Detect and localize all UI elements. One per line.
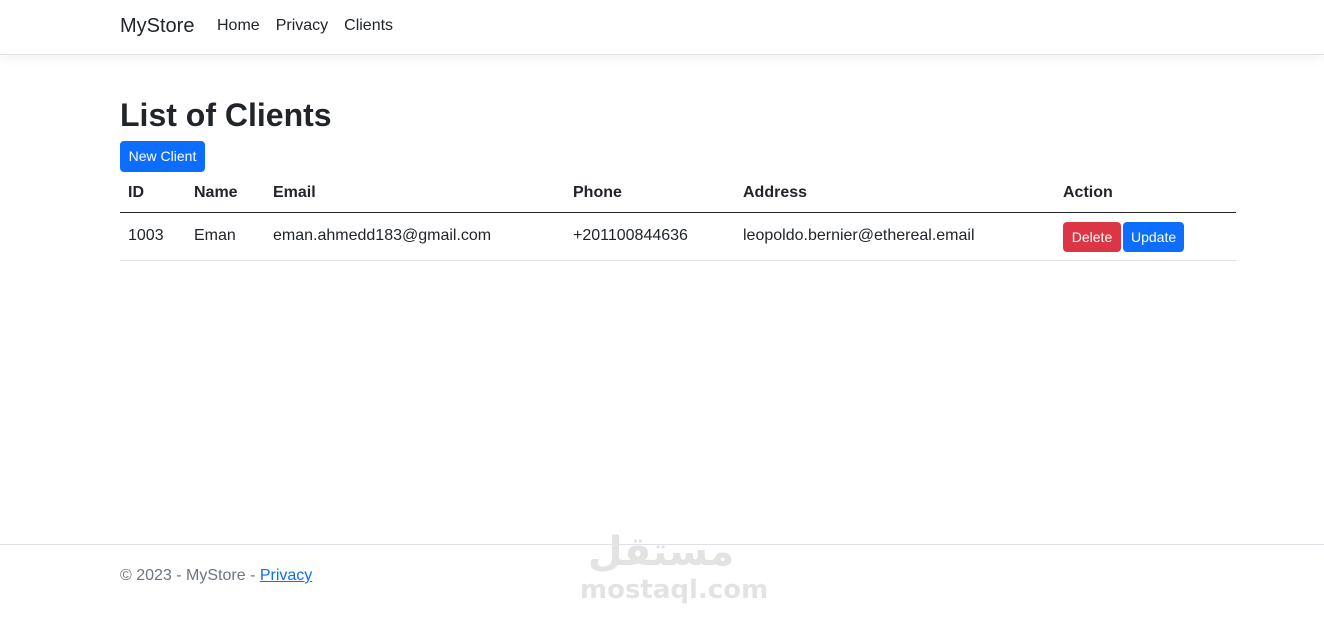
header-name: Name — [186, 174, 265, 213]
header-email: Email — [265, 174, 565, 213]
cell-email: eman.ahmedd183@gmail.com — [265, 212, 565, 261]
footer-privacy-link[interactable]: Privacy — [260, 567, 312, 584]
header-action: Action — [1055, 174, 1236, 213]
header-id: ID — [120, 174, 186, 213]
nav-link-clients[interactable]: Clients — [344, 17, 393, 35]
copyright-text: © 2023 - MyStore - — [120, 567, 260, 584]
brand-link[interactable]: MyStore — [120, 15, 194, 38]
mostaql-watermark: مستقل mostaql.com — [580, 528, 769, 608]
cell-id: 1003 — [120, 212, 186, 261]
nav-link-privacy[interactable]: Privacy — [276, 17, 328, 35]
cell-phone: +201100844636 — [565, 212, 735, 261]
update-button[interactable]: Update — [1123, 222, 1184, 252]
nav-links: Home Privacy Clients — [217, 17, 393, 35]
header-address: Address — [735, 174, 1055, 213]
delete-button[interactable]: Delete — [1063, 222, 1121, 252]
cell-address: leopoldo.bernier@ethereal.email — [735, 212, 1055, 261]
clients-table: ID Name Email Phone Address Action 1003 … — [120, 174, 1236, 261]
table-row: 1003 Eman eman.ahmedd183@gmail.com +2011… — [120, 212, 1236, 261]
watermark-latin: mostaql.com — [580, 575, 769, 605]
header-phone: Phone — [565, 174, 735, 213]
cell-action: Delete Update — [1055, 212, 1236, 261]
watermark-arabic: مستقل — [587, 529, 735, 575]
nav-link-home[interactable]: Home — [217, 17, 260, 35]
top-navbar: MyStore Home Privacy Clients — [0, 0, 1324, 55]
footer-text: © 2023 - MyStore - Privacy — [120, 567, 312, 585]
new-client-button[interactable]: New Client — [120, 141, 205, 172]
page-title: List of Clients — [120, 97, 332, 133]
cell-name: Eman — [186, 212, 265, 261]
table-header-row: ID Name Email Phone Address Action — [120, 174, 1236, 213]
